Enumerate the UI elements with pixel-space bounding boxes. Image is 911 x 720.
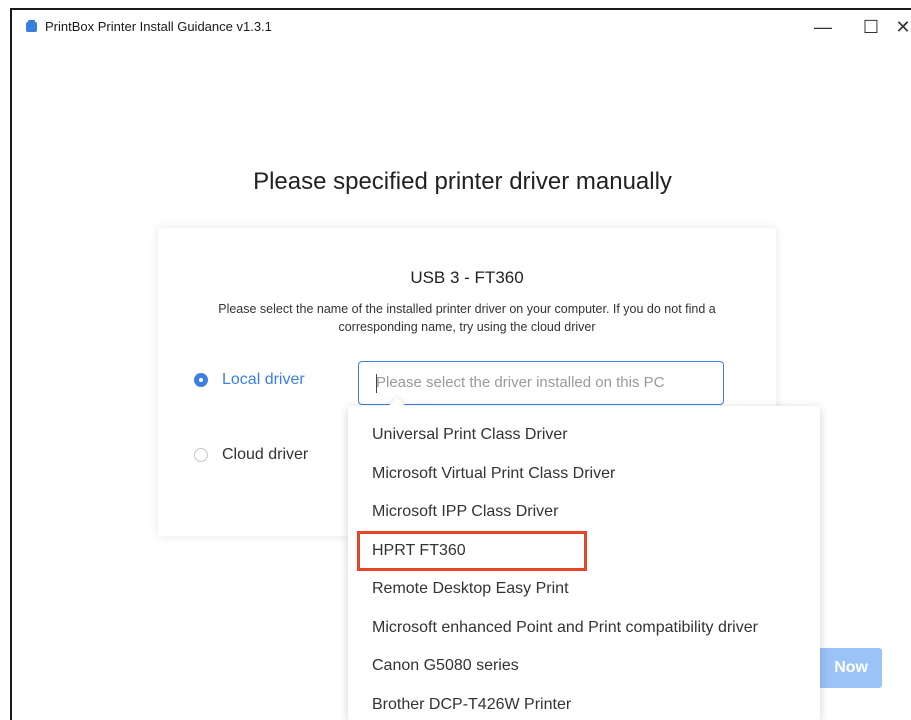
- driver-option[interactable]: Universal Print Class Driver: [348, 416, 820, 455]
- driver-select-input[interactable]: Please select the driver installed on th…: [358, 361, 724, 405]
- device-name: USB 3 - FT360: [410, 268, 524, 287]
- printbox-app-icon: [26, 20, 37, 32]
- highlight-annotation-box: [357, 531, 587, 571]
- local-driver-label: Local driver: [222, 371, 305, 388]
- close-button[interactable]: ✕: [880, 12, 911, 42]
- driver-option[interactable]: Microsoft Virtual Print Class Driver: [348, 455, 820, 494]
- cloud-driver-radio[interactable]: Cloud driver: [194, 446, 308, 464]
- instruction-text: Please select the name of the installed …: [218, 302, 716, 334]
- driver-option[interactable]: Canon G5080 series: [348, 647, 820, 686]
- radio-checked-icon: [194, 373, 208, 387]
- radio-unchecked-icon: [194, 448, 208, 462]
- cloud-driver-label: Cloud driver: [222, 446, 309, 463]
- driver-option[interactable]: Microsoft IPP Class Driver: [348, 493, 820, 532]
- text-caret: [376, 374, 377, 393]
- page-title: Please specified printer driver manually: [253, 168, 672, 195]
- driver-option[interactable]: Brother DCP-T426W Printer: [348, 686, 820, 720]
- driver-select-placeholder: Please select the driver installed on th…: [376, 374, 665, 391]
- local-driver-radio[interactable]: Local driver: [194, 371, 305, 389]
- driver-option[interactable]: Microsoft enhanced Point and Print compa…: [348, 609, 820, 648]
- title-bar: PrintBox Printer Install Guidance v1.3.1…: [12, 10, 911, 44]
- driver-option[interactable]: Remote Desktop Easy Print: [348, 570, 820, 609]
- window-title: PrintBox Printer Install Guidance v1.3.1: [45, 19, 272, 34]
- minimize-button[interactable]: —: [800, 12, 846, 42]
